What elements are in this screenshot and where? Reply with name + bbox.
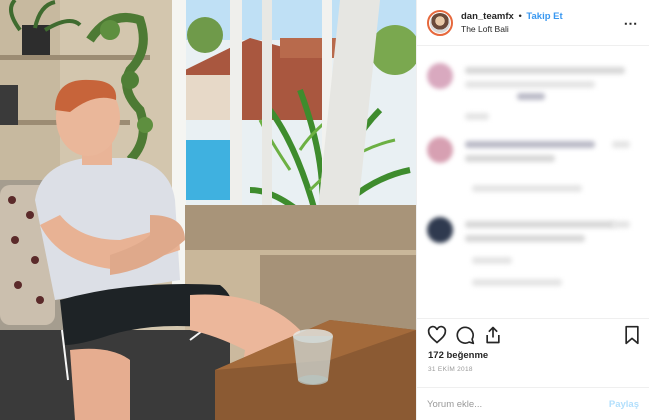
action-bar	[417, 318, 649, 350]
blurred-text	[612, 221, 630, 228]
instagram-post-view: dan_teamfx • Takip Et The Loft Bali ⋯ 17…	[0, 0, 649, 420]
follow-button[interactable]: Takip Et	[526, 11, 562, 22]
add-comment-bar: Paylaş	[417, 387, 649, 420]
location-link[interactable]: The Loft Bali	[461, 23, 623, 35]
heart-icon[interactable]	[427, 325, 447, 345]
post-header: dan_teamfx • Takip Et The Loft Bali ⋯	[417, 0, 649, 46]
author-info: dan_teamfx • Takip Et The Loft Bali	[461, 11, 623, 35]
likes-count[interactable]: 172 beğenme	[428, 350, 488, 361]
avatar-image	[430, 12, 450, 33]
photo-illustration	[0, 0, 416, 420]
author-line: dan_teamfx • Takip Et	[461, 11, 623, 23]
blurred-text	[472, 279, 562, 286]
blurred-text	[465, 67, 625, 74]
blurred-text	[465, 155, 555, 162]
blurred-text	[465, 81, 595, 88]
post-date[interactable]: 31 EKİM 2018	[428, 366, 473, 373]
comment-avatar[interactable]	[427, 217, 453, 243]
comment-bubble-icon[interactable]	[455, 325, 475, 345]
comment-avatar[interactable]	[427, 63, 453, 89]
blurred-text	[517, 93, 545, 100]
post-photo[interactable]	[0, 0, 416, 420]
comment-avatar[interactable]	[427, 137, 453, 163]
blurred-text	[465, 221, 615, 228]
blurred-text	[465, 235, 585, 242]
blurred-text	[472, 257, 512, 264]
blurred-text	[472, 185, 582, 192]
blurred-text	[465, 113, 489, 120]
comments-list	[417, 47, 649, 317]
blurred-text	[465, 141, 595, 148]
separator-dot: •	[518, 10, 522, 22]
share-icon[interactable]	[483, 325, 503, 345]
author-avatar[interactable]	[427, 9, 453, 36]
post-side-panel: dan_teamfx • Takip Et The Loft Bali ⋯ 17…	[416, 0, 649, 420]
comment-input[interactable]	[427, 398, 609, 410]
more-options-icon[interactable]: ⋯	[623, 16, 639, 30]
post-comment-button[interactable]: Paylaş	[609, 399, 639, 410]
blurred-text	[612, 141, 630, 148]
bookmark-icon[interactable]	[622, 325, 642, 345]
username-link[interactable]: dan_teamfx	[461, 11, 514, 22]
